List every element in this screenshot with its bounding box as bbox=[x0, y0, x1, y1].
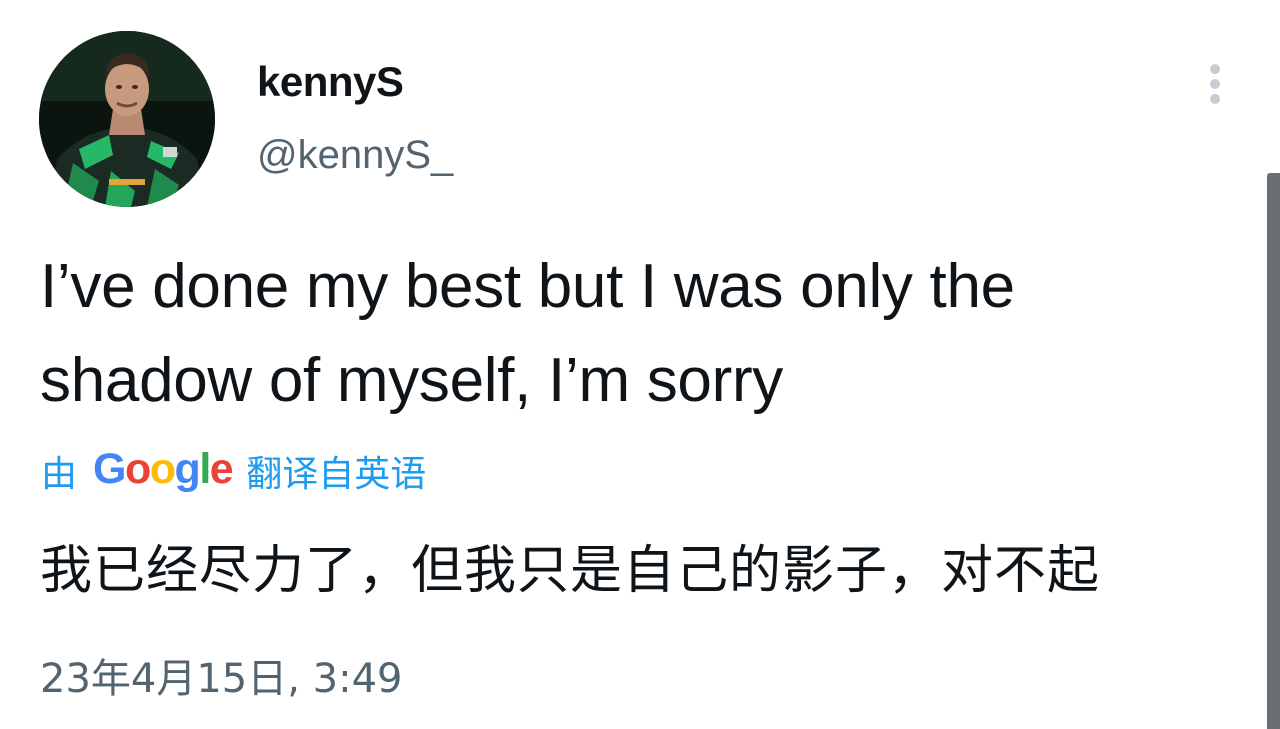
more-vertical-icon bbox=[1210, 64, 1220, 74]
display-name[interactable]: kennyS bbox=[257, 58, 404, 106]
tweet: kennyS @kennyS_ I’ve done my best but I … bbox=[0, 0, 1280, 729]
google-logo-letter: g bbox=[174, 444, 201, 493]
scrollbar[interactable] bbox=[1267, 173, 1280, 729]
google-logo-letter: e bbox=[209, 444, 234, 493]
translated-text: 我已经尽力了，但我只是自己的影子，对不起 bbox=[40, 541, 1101, 601]
google-logo-letter: o bbox=[149, 444, 176, 493]
more-vertical-icon-dot-2 bbox=[1210, 79, 1220, 89]
google-logo-letter: l bbox=[199, 444, 211, 493]
more-vertical-icon-dot-3 bbox=[1210, 94, 1220, 104]
timestamp[interactable]: 23年4月15日, 3:49 bbox=[40, 646, 403, 704]
translation-suffix: 翻译自英语 bbox=[246, 454, 427, 495]
tweet-text: I’ve done my best but I was only the sha… bbox=[40, 252, 1015, 415]
google-logo: Google bbox=[93, 444, 234, 494]
translation-prefix: 由 bbox=[41, 454, 78, 495]
avatar[interactable] bbox=[39, 31, 215, 207]
avatar-photo bbox=[39, 31, 215, 207]
more-options-button[interactable] bbox=[1198, 58, 1232, 110]
google-logo-letter: o bbox=[124, 444, 151, 493]
user-handle[interactable]: @kennyS_ bbox=[257, 133, 453, 178]
translation-attribution[interactable]: 由 Google 翻译自英语 bbox=[41, 444, 426, 498]
google-logo-letter: G bbox=[93, 444, 126, 493]
